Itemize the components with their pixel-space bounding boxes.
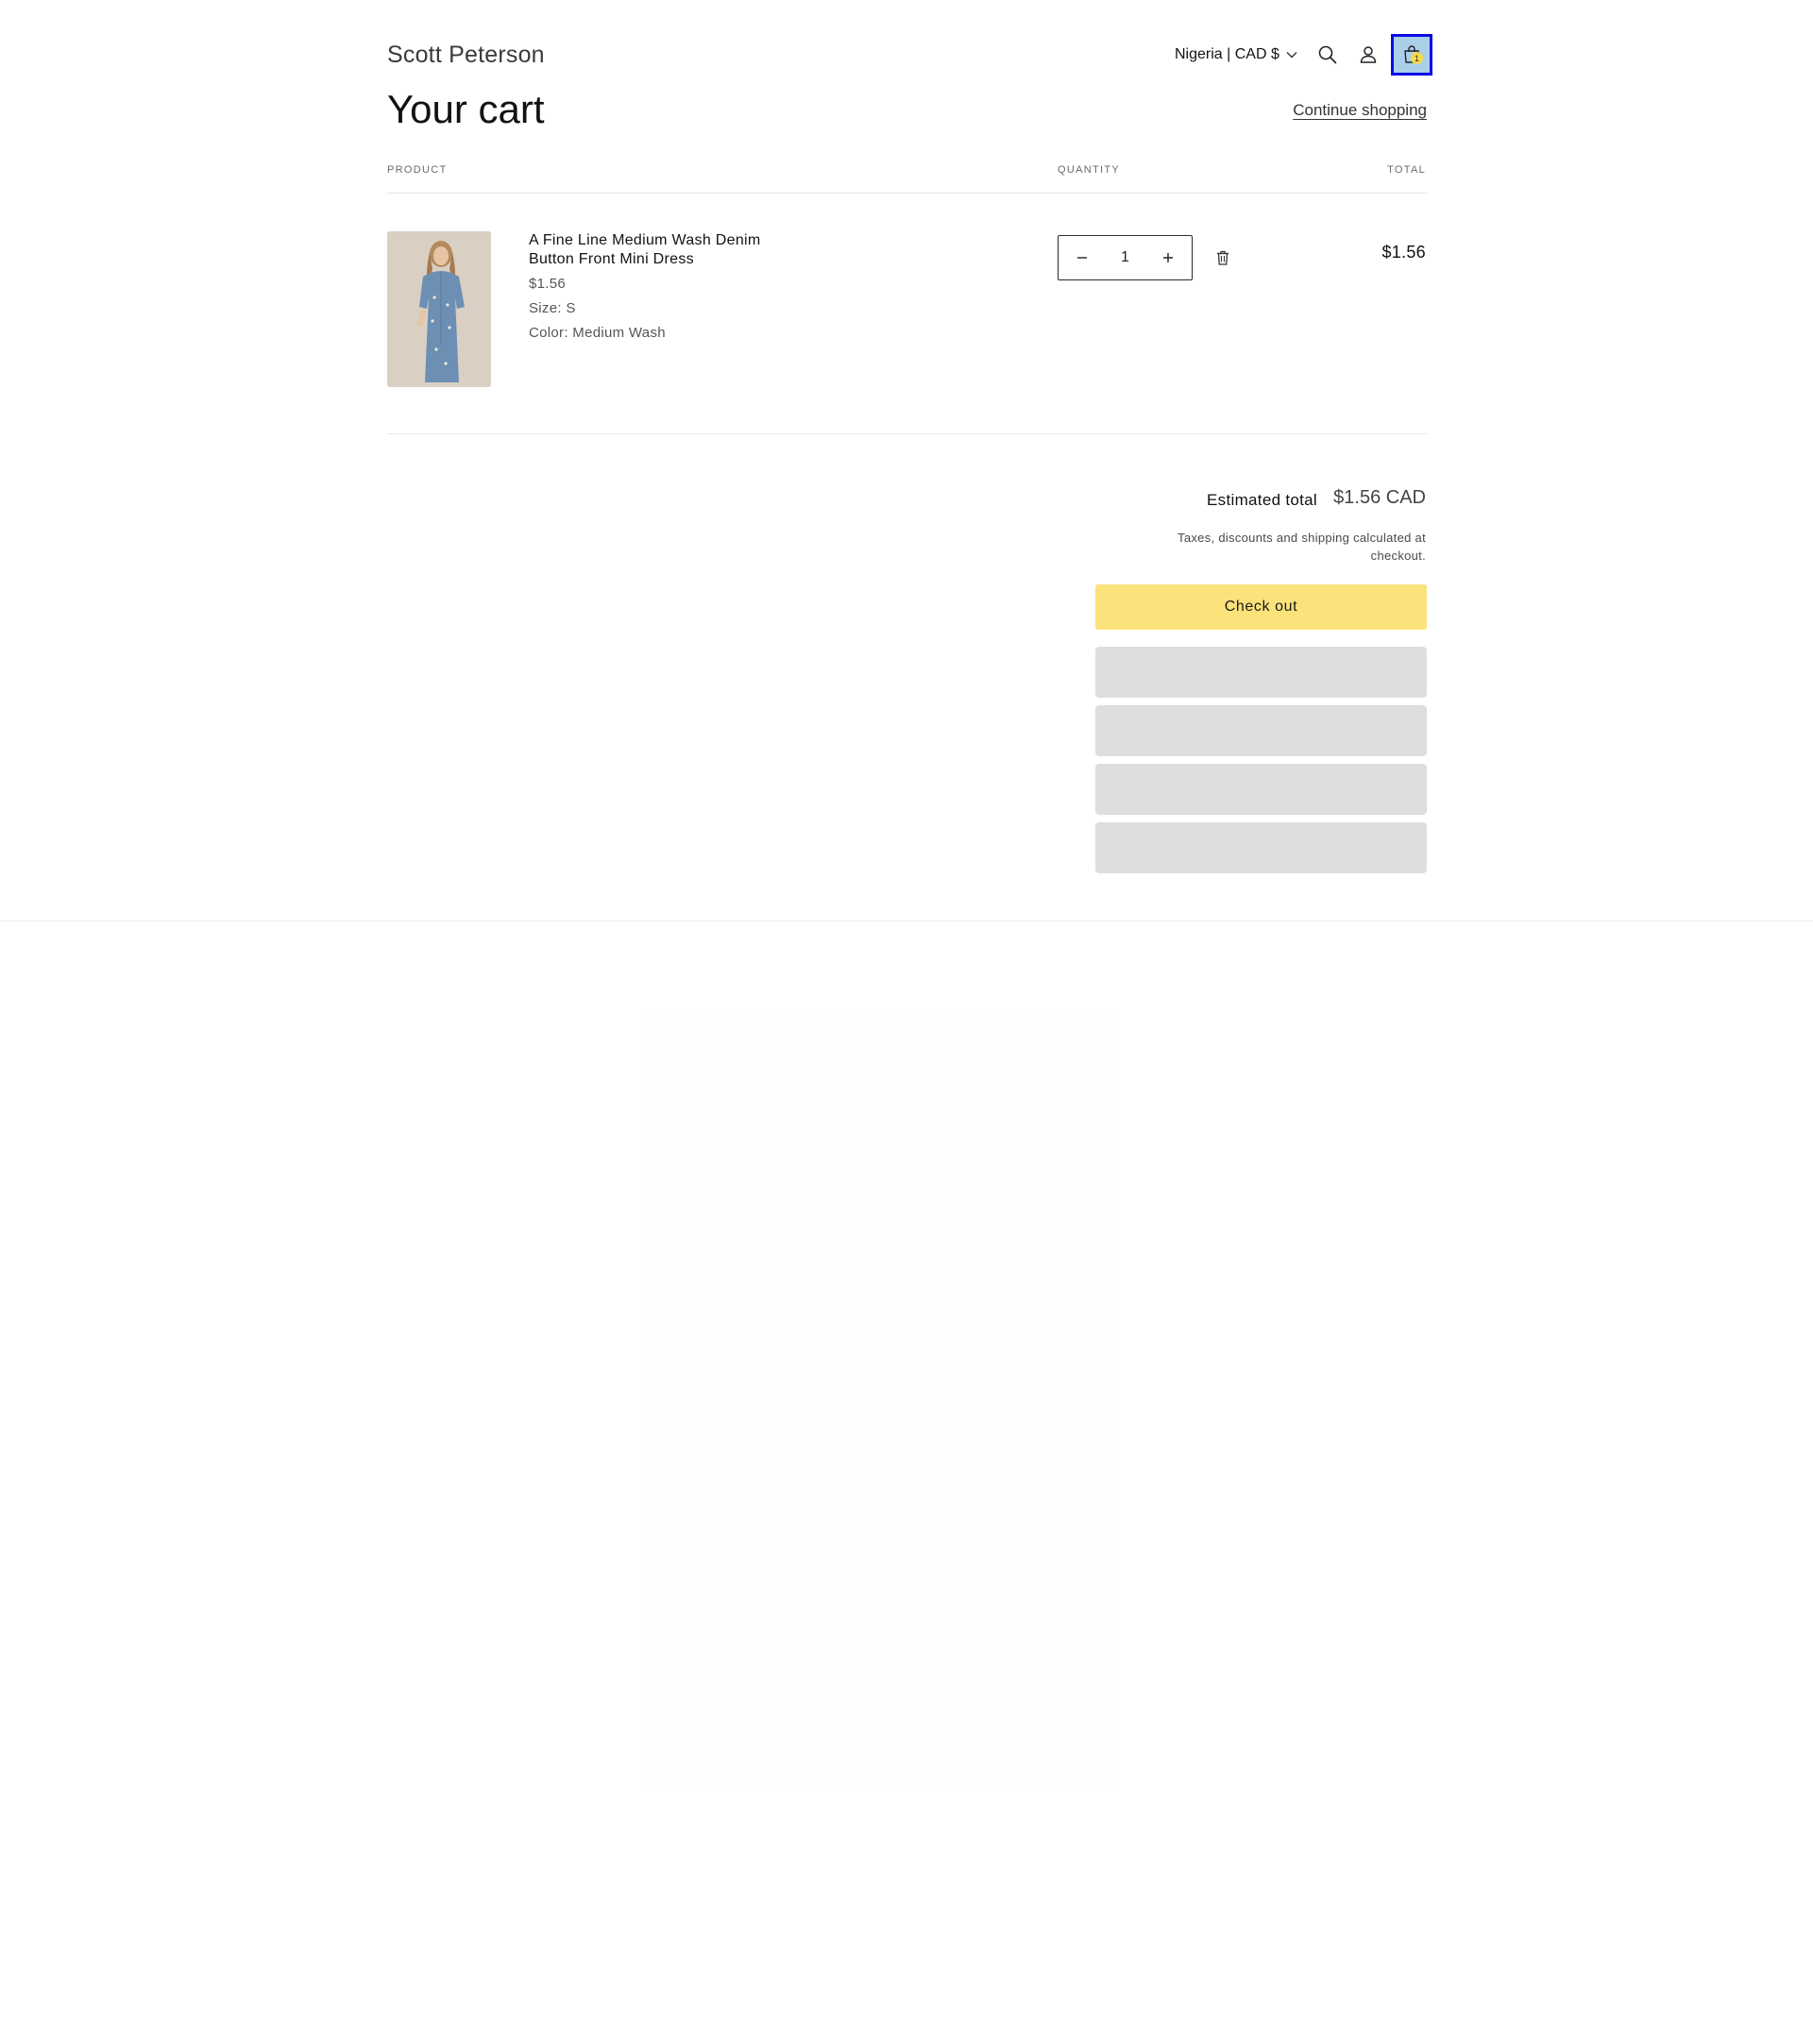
minus-icon bbox=[1077, 257, 1087, 259]
express-payment-button-2[interactable] bbox=[1095, 705, 1427, 756]
trash-icon bbox=[1217, 250, 1228, 265]
line-item-total: $1.56 bbox=[1381, 243, 1426, 262]
column-header-quantity: QUANTITY bbox=[1058, 164, 1121, 176]
express-payment-button-1[interactable] bbox=[1095, 647, 1427, 698]
checkout-button[interactable]: Check out bbox=[1095, 584, 1427, 630]
country-selector-label: Nigeria | CAD $ bbox=[1175, 46, 1279, 62]
column-header-total: TOTAL bbox=[1387, 164, 1426, 176]
product-image[interactable] bbox=[387, 231, 491, 387]
quantity-decrease-button[interactable] bbox=[1072, 247, 1093, 268]
cart-button[interactable]: 1 bbox=[1391, 34, 1432, 76]
store-logo[interactable]: Scott Peterson bbox=[387, 42, 545, 69]
plus-icon bbox=[1163, 253, 1173, 262]
estimated-total-value: $1.56 CAD bbox=[1333, 487, 1426, 508]
page-title: Your cart bbox=[387, 87, 545, 131]
cart-count-badge: 1 bbox=[1411, 52, 1423, 64]
quantity-input[interactable] bbox=[1106, 249, 1144, 266]
quantity-increase-button[interactable] bbox=[1158, 247, 1178, 268]
product-color: Color: Medium Wash bbox=[529, 325, 666, 341]
search-icon bbox=[1318, 45, 1337, 64]
quantity-stepper bbox=[1058, 235, 1193, 280]
continue-shopping-link[interactable]: Continue shopping bbox=[1293, 101, 1427, 120]
product-price: $1.56 bbox=[529, 276, 567, 292]
remove-item-button[interactable] bbox=[1213, 248, 1232, 267]
express-payment-button-4[interactable] bbox=[1095, 822, 1427, 873]
search-button[interactable] bbox=[1311, 38, 1345, 72]
product-photo-illustration bbox=[387, 231, 491, 387]
column-header-product: PRODUCT bbox=[387, 164, 448, 176]
country-selector[interactable]: Nigeria | CAD $ bbox=[1175, 46, 1297, 63]
site-header: Scott Peterson Nigeria | CAD $ 1 bbox=[387, 34, 1432, 76]
express-payment-button-3[interactable] bbox=[1095, 764, 1427, 815]
footer-placeholder bbox=[647, 1008, 1119, 1792]
estimated-total-label: Estimated total bbox=[1207, 491, 1317, 509]
tax-note: Taxes, discounts and shipping calculated… bbox=[1178, 531, 1426, 563]
account-button[interactable] bbox=[1351, 38, 1385, 72]
account-icon bbox=[1360, 46, 1377, 63]
product-size: Size: S bbox=[529, 300, 576, 316]
header-divider bbox=[387, 193, 1427, 194]
chevron-down-icon bbox=[1286, 52, 1297, 59]
items-divider bbox=[387, 433, 1427, 434]
product-name-link[interactable]: A Fine Line Medium Wash Denim Button Fro… bbox=[529, 231, 803, 269]
